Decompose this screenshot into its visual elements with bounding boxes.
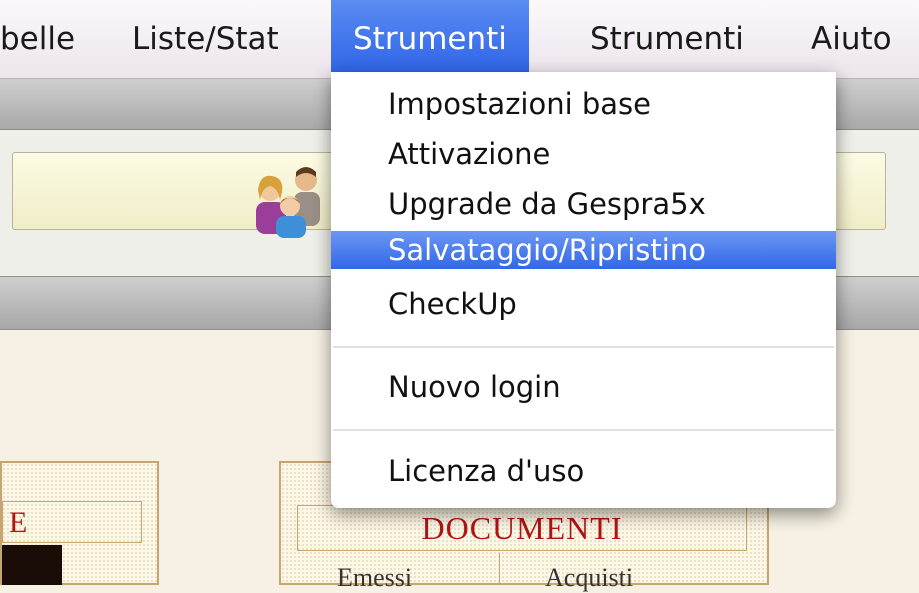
menu-item-attivazione[interactable]: Attivazione <box>331 135 836 173</box>
menu-item-licenza-uso[interactable]: Licenza d'uso <box>331 452 836 490</box>
menu-tabelle[interactable]: belle <box>0 0 75 78</box>
menu-item-salvataggio-ripristino[interactable]: Salvataggio/Ripristino <box>331 231 836 269</box>
menu-strumenti-active[interactable]: Strumenti <box>331 0 529 78</box>
menu-item-upgrade[interactable]: Upgrade da Gespra5x <box>331 185 836 223</box>
documenti-divider <box>499 553 500 583</box>
menu-item-label: Salvataggio/Ripristino <box>388 233 706 267</box>
panel-left-image <box>2 545 62 585</box>
menu-separator <box>333 429 834 431</box>
documenti-acquisti[interactable]: Acquisti <box>545 563 633 593</box>
menu-item-checkup[interactable]: CheckUp <box>331 285 836 323</box>
strumenti-dropdown: Impostazioni base Attivazione Upgrade da… <box>331 72 836 508</box>
menu-bar: belle Liste/Stat Strumenti Strumenti Aiu… <box>0 0 919 79</box>
menu-liste-stat[interactable]: Liste/Stat <box>132 0 279 78</box>
menu-item-label: Licenza d'uso <box>388 454 585 488</box>
menu-strumenti-2[interactable]: Strumenti <box>590 0 744 78</box>
menu-item-nuovo-login[interactable]: Nuovo login <box>331 368 836 406</box>
documenti-title: DOCUMENTI <box>297 505 747 551</box>
menu-item-label: Attivazione <box>388 137 551 171</box>
people-icon[interactable] <box>248 160 328 240</box>
documenti-emessi[interactable]: Emessi <box>337 563 412 593</box>
panel-left-header: E <box>2 501 142 543</box>
menu-item-label: Nuovo login <box>388 370 561 404</box>
menu-separator <box>333 346 834 348</box>
menu-item-label: Impostazioni base <box>388 87 652 121</box>
menu-item-label: Upgrade da Gespra5x <box>388 187 706 221</box>
menu-aiuto[interactable]: Aiuto <box>811 0 892 78</box>
menu-item-label: CheckUp <box>388 287 517 321</box>
panel-left[interactable]: E <box>0 461 159 585</box>
menu-item-impostazioni-base[interactable]: Impostazioni base <box>331 85 836 123</box>
panel-left-title: E <box>9 506 28 539</box>
